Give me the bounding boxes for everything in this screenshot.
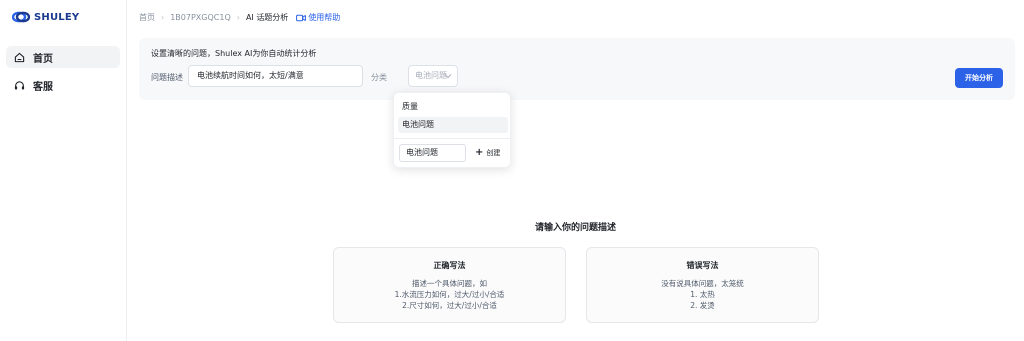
- correct-example-title: 正确写法: [433, 261, 466, 270]
- category-label: 分类: [371, 73, 387, 82]
- query-hint: 设置清晰的问题，Shulex AI为你自动统计分析: [151, 49, 317, 58]
- breadcrumb-current: AI 话题分析: [245, 13, 289, 22]
- create-label: 创建: [486, 149, 501, 157]
- dropdown-option-selected[interactable]: 电池问题: [398, 117, 508, 133]
- brand-name: SHULEY: [34, 11, 80, 23]
- sidebar-item-label: 首页: [33, 53, 53, 65]
- help-link-label: 使用帮助: [308, 13, 341, 22]
- dropdown-divider: [394, 138, 510, 139]
- example-line: 描述一个具体问题，如: [412, 279, 487, 288]
- query-panel: 设置清晰的问题，Shulex AI为你自动统计分析 问题描述 电池续航时间如何，…: [139, 38, 1015, 100]
- brand-logo[interactable]: SHULEY: [12, 11, 79, 23]
- breadcrumb-separator: ›: [161, 13, 165, 22]
- help-link[interactable]: 使用帮助: [296, 12, 340, 23]
- plus-icon: +: [475, 147, 484, 158]
- breadcrumb: 首页 › 1B07PXGQC1Q › AI 话题分析 使用帮助: [139, 12, 340, 23]
- category-dropdown: 质量 电池问题 电池问题 + 创建: [393, 92, 511, 168]
- home-icon: [14, 52, 25, 62]
- example-line: 1.水流压力如何，过大/过小/合适: [394, 290, 505, 299]
- wrong-example-title: 错误写法: [686, 261, 719, 270]
- sidebar-item-service[interactable]: 客服: [6, 74, 120, 96]
- headset-icon: [14, 80, 25, 90]
- example-line: 没有说具体问题，太笼统: [661, 279, 744, 288]
- example-line: 1. 太热: [690, 290, 715, 299]
- create-category-button[interactable]: + 创建: [475, 148, 500, 158]
- dropdown-option[interactable]: 质量: [398, 99, 508, 115]
- sidebar: SHULEY 首页 客服: [0, 0, 127, 341]
- logo-icon: [12, 11, 30, 23]
- wrong-example-lines: 没有说具体问题，太笼统 1. 太热 2. 发烫: [587, 278, 818, 311]
- sidebar-item-label: 客服: [33, 81, 53, 93]
- example-line: 2.尺寸如何，过大/过小/合适: [402, 301, 497, 310]
- category-select-value: 电池问题: [415, 71, 447, 80]
- new-category-input[interactable]: 电池问题: [399, 144, 466, 162]
- correct-example-lines: 描述一个具体问题，如 1.水流压力如何，过大/过小/合适 2.尺寸如何，过大/过…: [334, 278, 565, 311]
- breadcrumb-separator: ›: [236, 13, 240, 22]
- description-label: 问题描述: [151, 73, 183, 82]
- category-select[interactable]: 电池问题: [408, 65, 458, 87]
- breadcrumb-asin[interactable]: 1B07PXGQC1Q: [170, 13, 231, 22]
- chevron-down-icon: [444, 74, 452, 79]
- video-icon: [296, 14, 307, 21]
- correct-example-card: 正确写法 描述一个具体问题，如 1.水流压力如何，过大/过小/合适 2.尺寸如何…: [333, 247, 566, 323]
- empty-state-title: 请输入你的问题描述: [534, 223, 616, 233]
- wrong-example-card: 错误写法 没有说具体问题，太笼统 1. 太热 2. 发烫: [586, 247, 819, 323]
- start-analysis-button[interactable]: 开始分析: [955, 68, 1003, 88]
- breadcrumb-home[interactable]: 首页: [139, 12, 155, 23]
- app-root: SHULEY 首页 客服 首页 › 1B07PXGQC1Q › AI 话题分析: [0, 0, 1024, 341]
- example-line: 2. 发烫: [690, 301, 715, 310]
- description-input[interactable]: 电池续航时间如何，太短/满意: [188, 65, 363, 87]
- sidebar-item-home[interactable]: 首页: [6, 46, 120, 68]
